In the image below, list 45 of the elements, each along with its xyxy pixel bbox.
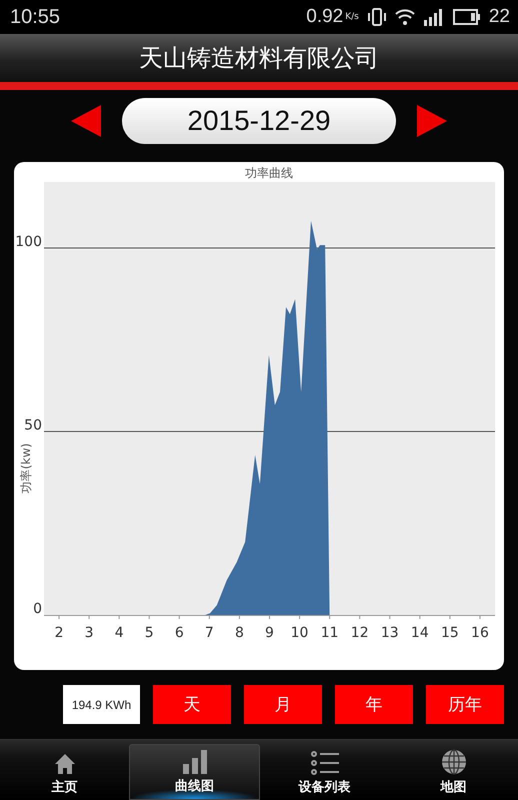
x-tick-label: 2	[54, 625, 64, 641]
nav-tab[interactable]: 主页	[0, 740, 129, 800]
y-tick-label: 100	[15, 234, 42, 250]
x-tick-label: 5	[144, 625, 154, 641]
x-tick-label: 13	[380, 625, 399, 641]
chart-title: 功率曲线	[245, 166, 293, 180]
globe-icon	[440, 749, 466, 775]
nav-tab[interactable]: 地图	[389, 740, 518, 800]
speed-unit: K/s	[345, 12, 359, 22]
x-tick-label: 9	[265, 625, 274, 641]
signal-icon	[422, 8, 445, 26]
x-tick-label: 8	[234, 625, 244, 641]
x-tick-label: 11	[320, 625, 339, 641]
company-title: 天山铸造材料有限公司	[139, 43, 379, 74]
next-date-button[interactable]	[416, 104, 448, 138]
nav-tab[interactable]: 设备列表	[260, 740, 389, 800]
x-tick-label: 4	[114, 625, 124, 641]
x-tick-label: 12	[350, 625, 369, 641]
energy-total: 194.9 KWh	[63, 685, 140, 724]
x-tick-label: 7	[204, 625, 214, 641]
x-tick-label: 6	[174, 625, 184, 641]
clock: 10:55	[10, 6, 60, 28]
x-tick-label: 14	[410, 625, 429, 641]
x-tick-label: 10	[290, 625, 308, 641]
period-button[interactable]: 年	[335, 685, 413, 724]
wifi-icon	[394, 8, 415, 26]
y-tick-label: 50	[24, 418, 42, 434]
x-tick-label: 15	[440, 625, 459, 641]
x-tick-label: 3	[84, 625, 94, 641]
list-icon	[310, 751, 338, 775]
period-button[interactable]: 天	[153, 685, 231, 724]
battery-icon	[452, 9, 481, 25]
period-button[interactable]: 月	[244, 685, 322, 724]
y-tick-label: 0	[33, 601, 42, 617]
period-button[interactable]: 历年	[426, 685, 504, 724]
y-axis-label: 功率(kw)	[19, 443, 33, 494]
network-speed: 0.92	[306, 6, 344, 28]
nav-tab[interactable]: 曲线图	[129, 744, 260, 800]
previous-date-button[interactable]	[70, 104, 102, 138]
date-display[interactable]: 2015-12-29	[122, 98, 396, 144]
bar-chart-icon	[182, 750, 208, 774]
x-tick-label: 16	[471, 625, 489, 641]
home-icon	[54, 753, 76, 775]
vibrate-icon	[366, 7, 387, 27]
battery-level: 22	[488, 6, 510, 28]
